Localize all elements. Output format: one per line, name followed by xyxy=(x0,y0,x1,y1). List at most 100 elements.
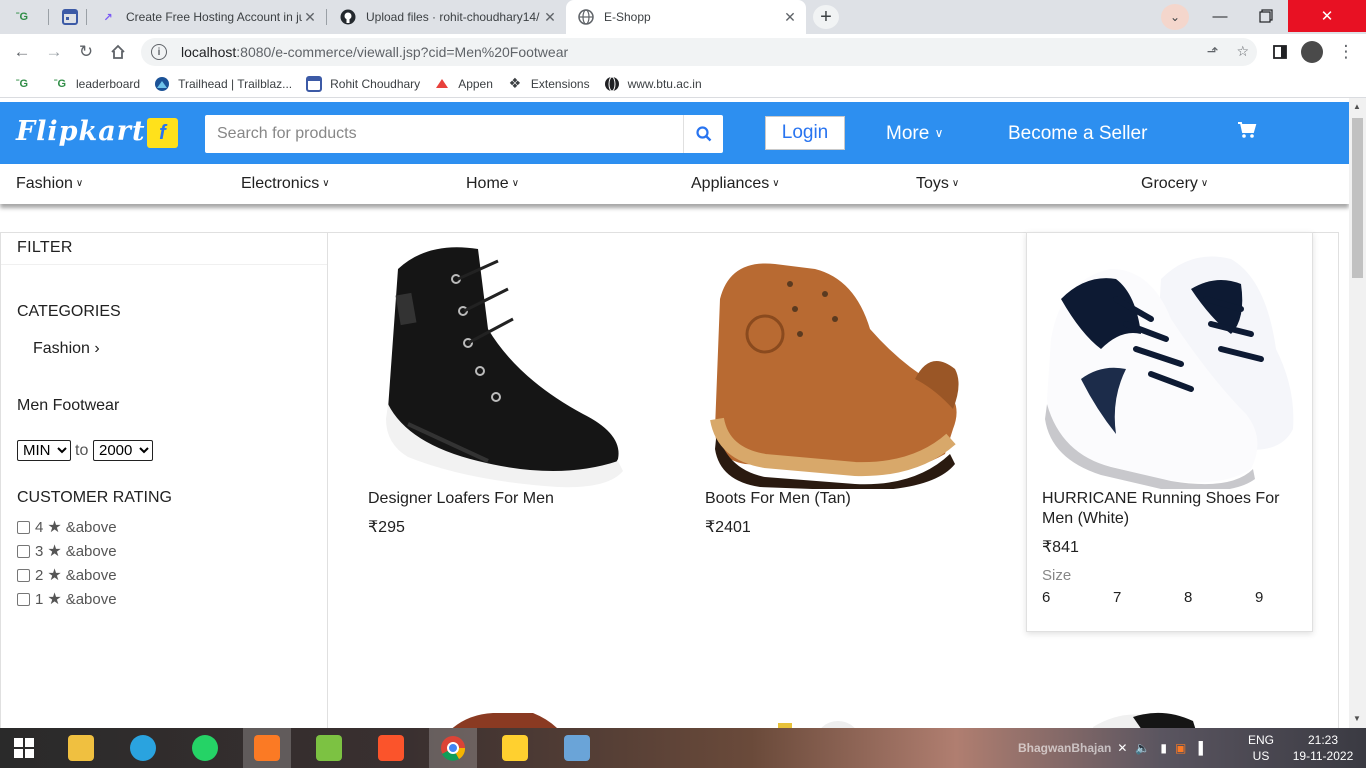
rating-suffix: &above xyxy=(65,542,117,560)
taskbar-whatsapp[interactable] xyxy=(181,728,229,768)
profile-avatar[interactable] xyxy=(1301,41,1323,63)
product-name[interactable]: HURRICANE Running Shoes For Men (White) xyxy=(1042,489,1292,529)
login-button[interactable]: Login xyxy=(765,116,845,150)
home-button[interactable] xyxy=(106,40,130,64)
size-option[interactable]: 8 xyxy=(1184,589,1192,606)
xampp-tray-icon[interactable]: ▣ xyxy=(1175,741,1186,755)
product-name[interactable]: Designer Loafers For Men xyxy=(368,489,554,509)
more-menu[interactable]: More ∨ xyxy=(886,123,943,145)
tab-divider xyxy=(86,9,87,25)
globe-icon xyxy=(578,9,594,25)
close-tab-icon[interactable]: ✕ xyxy=(542,9,558,26)
bookmark-geeks[interactable]: ˉG xyxy=(14,76,38,92)
side-panel-button[interactable] xyxy=(1268,40,1292,64)
address-bar[interactable]: i localhost:8080/e-commerce/viewall.jsp?… xyxy=(141,38,1257,66)
site-logo[interactable]: Flipkart xyxy=(16,116,145,147)
product-card[interactable] xyxy=(423,705,583,728)
taskbar-miro[interactable] xyxy=(491,728,539,768)
rating-checkbox[interactable] xyxy=(17,544,30,558)
bookmark-trailhead[interactable]: Trailhead | Trailblaz... xyxy=(154,76,292,92)
share-icon[interactable]: ⬏ xyxy=(1207,43,1219,60)
become-seller-link[interactable]: Become a Seller xyxy=(1008,123,1147,145)
info-icon[interactable]: i xyxy=(151,44,167,60)
product-card[interactable] xyxy=(1073,707,1223,728)
taskbar-brave[interactable] xyxy=(367,728,415,768)
rating-option-1[interactable]: 1 ★ &above xyxy=(17,589,117,609)
reload-button[interactable]: ↻ xyxy=(74,40,98,64)
size-option[interactable]: 9 xyxy=(1255,589,1263,606)
bookmark-rohit[interactable]: Rohit Choudhary xyxy=(306,75,420,92)
back-button[interactable]: ← xyxy=(10,40,34,64)
search-input[interactable] xyxy=(205,115,683,153)
rating-option-2[interactable]: 2 ★ &above xyxy=(17,565,117,585)
taskbar-virtualbox[interactable] xyxy=(553,728,601,768)
tab-eshopp[interactable]: E-Shopp ✕ xyxy=(566,0,806,34)
product-card[interactable]: HURRICANE Running Shoes For Men (White) … xyxy=(1026,232,1313,632)
language-indicator[interactable]: ENG US xyxy=(1238,732,1284,764)
tab-search-button[interactable]: ⌄ xyxy=(1161,4,1189,30)
nav-fashion[interactable]: Fashion ∨ xyxy=(16,175,83,193)
rating-checkbox[interactable] xyxy=(17,520,30,534)
forward-button[interactable]: → xyxy=(42,40,66,64)
rating-checkbox[interactable] xyxy=(17,592,30,606)
tab-hosting[interactable]: ↗ Create Free Hosting Account in ju ✕ xyxy=(88,0,326,34)
nav-home[interactable]: Home ∨ xyxy=(466,175,519,193)
taskbar-notepad[interactable] xyxy=(305,728,353,768)
nav-electronics[interactable]: Electronics ∨ xyxy=(241,175,330,193)
tab-geeks[interactable]: ˉG xyxy=(2,0,48,34)
product-card[interactable]: Boots For Men (Tan) ₹2401 xyxy=(685,233,995,553)
start-button[interactable] xyxy=(0,728,48,768)
search-button[interactable] xyxy=(683,115,723,153)
url-host: localhost xyxy=(181,44,237,60)
taskbar-chrome[interactable] xyxy=(429,728,477,768)
price-max-select[interactable]: 2000 xyxy=(93,440,153,461)
appen-icon xyxy=(434,76,450,92)
taskbar-file-explorer[interactable] xyxy=(57,728,105,768)
rating-suffix: &above xyxy=(65,518,117,536)
product-card[interactable]: Designer Loafers For Men ₹295 xyxy=(348,233,658,553)
nav-toys[interactable]: Toys ∨ xyxy=(916,175,959,193)
cart-button[interactable] xyxy=(1237,121,1257,144)
size-option[interactable]: 6 xyxy=(1042,589,1050,606)
minimize-button[interactable]: — xyxy=(1197,0,1243,32)
scroll-thumb[interactable] xyxy=(1352,118,1363,278)
taskbar-xampp[interactable] xyxy=(243,728,291,768)
browser-menu-button[interactable]: ⋮ xyxy=(1334,40,1358,64)
close-window-button[interactable]: ✕ xyxy=(1288,0,1366,32)
volume-icon[interactable]: 🔈 xyxy=(1135,741,1150,755)
calendar-icon xyxy=(62,9,78,25)
tab-calendar[interactable] xyxy=(50,0,86,34)
product-card[interactable] xyxy=(758,711,868,728)
product-name[interactable]: Boots For Men (Tan) xyxy=(705,489,851,509)
bookmark-extensions[interactable]: ❖ Extensions xyxy=(507,75,590,92)
rating-checkbox[interactable] xyxy=(17,568,30,582)
close-tab-icon[interactable]: ✕ xyxy=(782,9,798,26)
battery-icon[interactable]: ▮ xyxy=(1160,741,1167,755)
network-icon[interactable]: ✕ xyxy=(1117,741,1127,755)
nav-appliances[interactable]: Appliances ∨ xyxy=(691,175,780,193)
url-path: :8080/e-commerce/viewall.jsp?cid=Men%20F… xyxy=(236,44,569,60)
wifi-icon[interactable]: ▐ xyxy=(1194,741,1203,755)
scroll-down-icon[interactable]: ▼ xyxy=(1353,714,1361,723)
rating-option-4[interactable]: 4 ★ &above xyxy=(17,517,117,537)
size-option[interactable]: 7 xyxy=(1113,589,1121,606)
bookmark-btu[interactable]: www.btu.ac.in xyxy=(604,76,702,92)
bookmark-star-icon[interactable]: ☆ xyxy=(1236,43,1249,60)
chevron-down-icon: ∨ xyxy=(1200,178,1209,189)
price-min-select[interactable]: MIN xyxy=(17,440,71,461)
lang-text: ENG xyxy=(1247,733,1274,747)
taskbar-telegram[interactable] xyxy=(119,728,167,768)
clock[interactable]: 21:23 19-11-2022 xyxy=(1290,732,1356,764)
nav-grocery[interactable]: Grocery ∨ xyxy=(1141,175,1208,193)
tab-github[interactable]: Upload files · rohit-choudhary14/ ✕ xyxy=(328,0,566,34)
new-tab-button[interactable]: + xyxy=(813,5,839,29)
scroll-up-icon[interactable]: ▲ xyxy=(1353,102,1361,111)
close-tab-icon[interactable]: ✕ xyxy=(302,9,318,26)
page-scrollbar[interactable]: ▲ ▼ xyxy=(1349,98,1366,728)
maximize-button[interactable] xyxy=(1243,0,1289,32)
bookmark-appen[interactable]: Appen xyxy=(434,76,493,92)
rating-option-3[interactable]: 3 ★ &above xyxy=(17,541,117,561)
bookmark-leaderboard[interactable]: ˉG leaderboard xyxy=(52,76,140,92)
category-link-fashion[interactable]: Fashion › xyxy=(33,340,100,358)
page-viewport: Flipkart f Login More ∨ Become a Seller … xyxy=(0,98,1349,728)
